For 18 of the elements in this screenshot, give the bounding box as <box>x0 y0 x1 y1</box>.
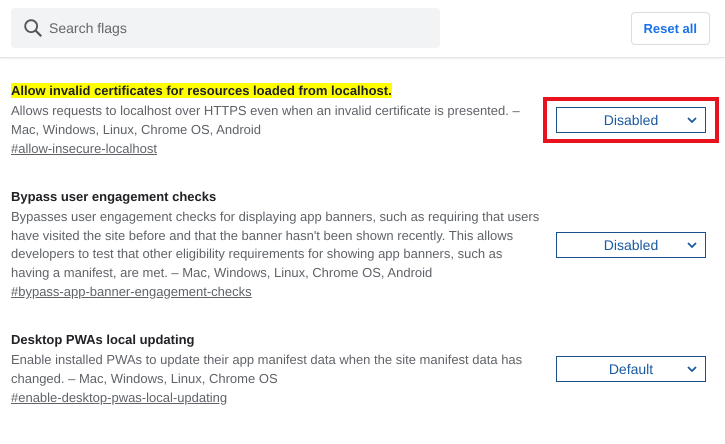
flag-title: Desktop PWAs local updating <box>11 332 194 347</box>
flag-title: Allow invalid certificates for resources loaded from localhost. <box>11 83 392 98</box>
chevron-icon <box>687 242 697 248</box>
flag-description: Allows requests to localhost over HTTPS even when an invalid certificate is presented. – Mac, Windows, Linux, Chrome OS, Android <box>11 102 521 138</box>
flag-description: Bypasses user engagement checks for displaying app banners, such as requiring that users have visited the site before and that the banner hasn't been shown recently. This allows developers to test that other eligibility requirements for showing app banners, such as having a manifest, are met. – Mac, Windows, Linux, Chrome OS, Android <box>11 208 540 282</box>
reset-all-button[interactable]: Reset all <box>630 12 710 44</box>
chevron-icon <box>687 366 697 373</box>
flag-title: Bypass user engagement checks <box>11 189 216 204</box>
search-field[interactable]: Search flags <box>11 8 440 48</box>
flag-link[interactable]: #enable-desktop-pwas-local-updating <box>11 390 228 405</box>
flag-link[interactable]: #allow-insecure-localhost <box>11 141 157 156</box>
flag-dropdown[interactable]: Disabled <box>556 107 706 133</box>
search-icon <box>22 17 44 39</box>
chevron-icon <box>687 117 697 124</box>
flag-dropdown[interactable]: Disabled <box>556 232 706 258</box>
flag-description: Enable installed PWAs to update their app manifest data when the site manifest data has changed. – Mac, Windows, Linux, Chrome OS <box>11 351 524 388</box>
flag-dropdown[interactable]: Default <box>556 356 706 382</box>
flag-link[interactable]: #bypass-app-banner-engagement-checks <box>11 284 252 299</box>
